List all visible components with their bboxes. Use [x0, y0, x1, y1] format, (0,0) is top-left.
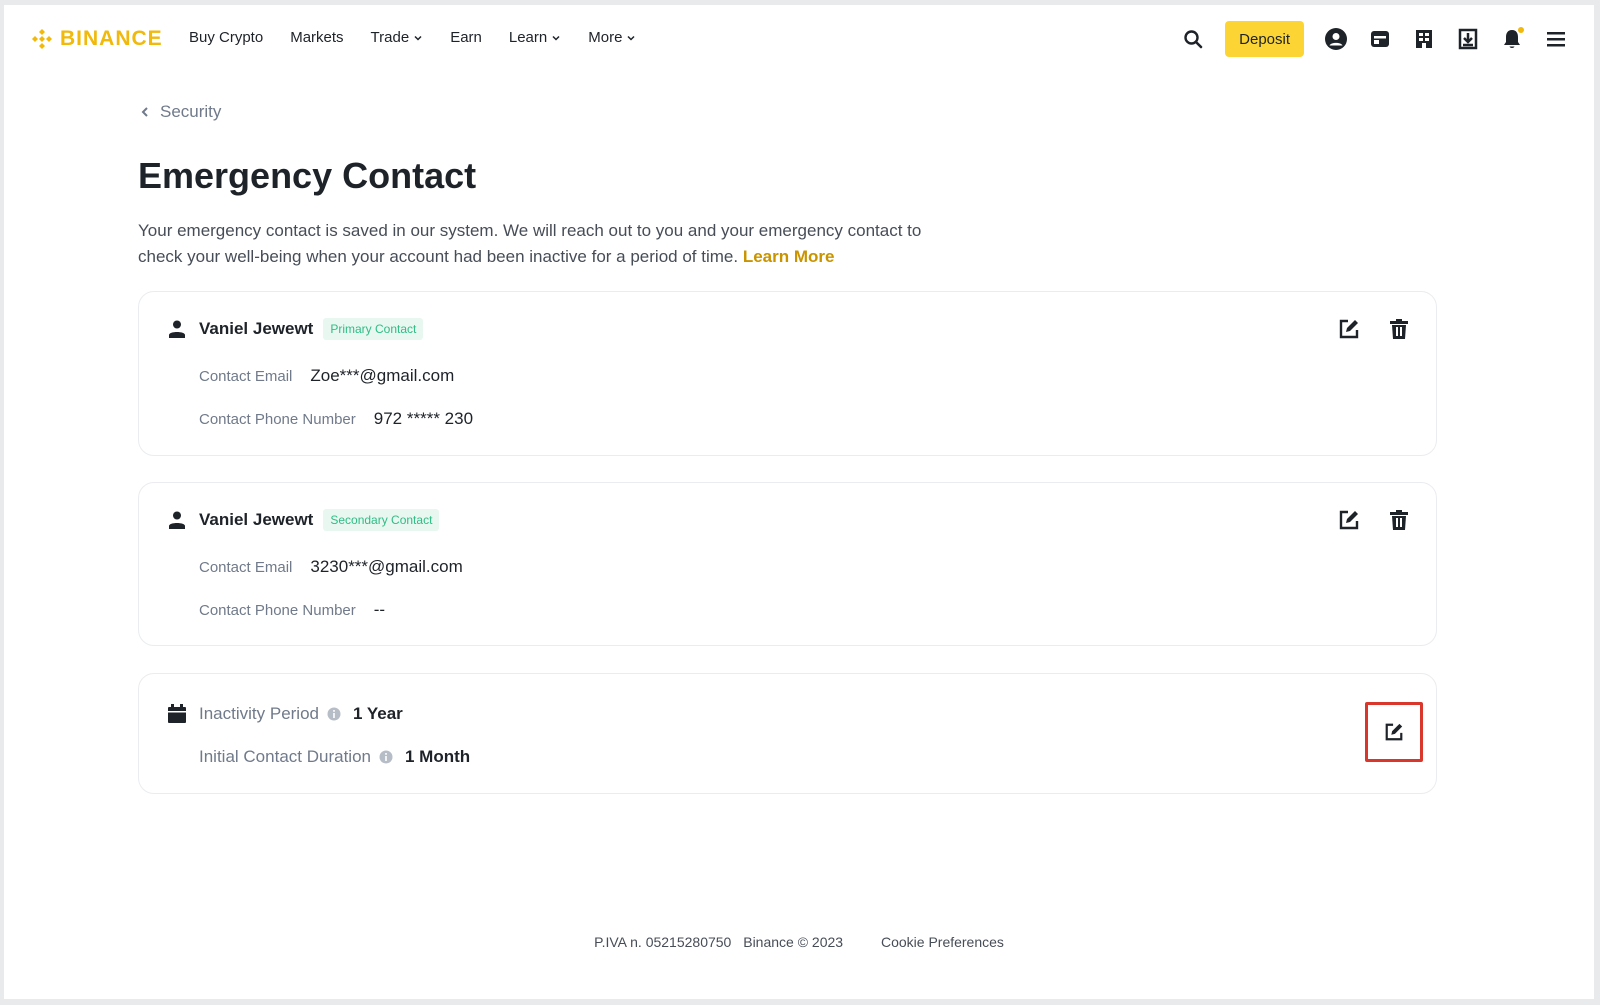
contact-email-label: Contact Email [199, 368, 293, 385]
secondary-contact-badge: Secondary Contact [323, 509, 440, 531]
contact-phone-value: -- [373, 600, 386, 619]
contact-card-secondary: Vaniel Jewewt Secondary Contact Contact … [138, 482, 1437, 646]
contact-header: Vaniel Jewewt Primary Contact [167, 318, 424, 340]
initial-contact-duration-value: 1 Month [404, 747, 471, 766]
nav-learn[interactable]: Learn [509, 29, 561, 46]
contact-email-row: Contact Email Zoe***@gmail.com [199, 366, 454, 386]
contact-card-primary: Vaniel Jewewt Primary Contact Contact Em… [138, 291, 1437, 456]
footer: P.IVA n. 05215280750 Binance © 2023 Cook… [4, 934, 1594, 950]
nav-label: Markets [290, 29, 344, 46]
nav-more[interactable]: More [588, 29, 636, 46]
person-icon [169, 320, 185, 338]
wallet-icon[interactable] [1368, 27, 1392, 51]
inactivity-period-label: Inactivity Period [199, 704, 319, 723]
contact-header: Vaniel Jewewt Secondary Contact [167, 509, 440, 531]
edit-icon [1385, 723, 1403, 741]
contact-name: Vaniel Jewewt [199, 510, 314, 529]
footer-piva: P.IVA n. 05215280750 [594, 934, 732, 950]
search-icon[interactable] [1181, 27, 1205, 51]
nav-label: Trade [370, 29, 410, 46]
calendar-icon [168, 704, 186, 723]
contact-phone-row: Contact Phone Number 972 ***** 230 [199, 409, 473, 429]
nav-label: More [588, 29, 623, 46]
main-nav: Buy Crypto Markets Trade Earn Learn More [189, 29, 663, 46]
inactivity-period-row: Inactivity Period 1 Year [199, 704, 403, 724]
delete-icon[interactable] [1388, 318, 1410, 340]
nav-label: Learn [508, 29, 548, 46]
contact-phone-label: Contact Phone Number [199, 411, 356, 428]
learn-more-link[interactable]: Learn More [743, 247, 835, 266]
contact-email-row: Contact Email 3230***@gmail.com [199, 557, 463, 577]
page-title: Emergency Contact [138, 155, 477, 196]
nav-trade[interactable]: Trade [371, 29, 424, 46]
contact-actions [1338, 318, 1410, 340]
orders-icon[interactable] [1412, 27, 1436, 51]
binance-logo[interactable]: BINANCE [30, 27, 163, 51]
chevron-down-icon [552, 35, 560, 41]
contact-actions [1338, 509, 1410, 531]
header-actions: Deposit [1161, 21, 1568, 57]
edit-inactivity-button[interactable] [1365, 702, 1423, 762]
delete-icon[interactable] [1388, 509, 1410, 531]
nav-buy-crypto[interactable]: Buy Crypto [189, 29, 263, 46]
inactivity-period-value: 1 Year [353, 704, 403, 723]
notification-icon[interactable] [1500, 27, 1524, 51]
breadcrumb-back[interactable]: Security [140, 102, 221, 122]
binance-logo-icon [32, 29, 52, 49]
contact-email-label: Contact Email [199, 559, 293, 576]
cookie-preferences-link[interactable]: Cookie Preferences [881, 934, 1004, 950]
contact-phone-label: Contact Phone Number [199, 602, 356, 619]
logo-text: BINANCE [60, 27, 163, 50]
initial-contact-duration-label: Initial Contact Duration [199, 747, 371, 766]
info-icon[interactable] [379, 750, 393, 764]
chevron-down-icon [414, 35, 422, 41]
primary-contact-badge: Primary Contact [323, 318, 424, 340]
page-description: Your emergency contact is saved in our s… [138, 218, 958, 270]
contact-name: Vaniel Jewewt [199, 319, 314, 338]
edit-icon[interactable] [1338, 318, 1360, 340]
menu-icon[interactable] [1544, 27, 1568, 51]
nav-earn[interactable]: Earn [450, 29, 482, 46]
person-icon [169, 511, 185, 529]
chevron-left-icon [141, 107, 148, 117]
contact-phone-value: 972 ***** 230 [373, 409, 474, 428]
breadcrumb-label: Security [160, 102, 222, 121]
info-icon[interactable] [327, 707, 341, 721]
top-navigation-bar: BINANCE Buy Crypto Markets Trade Earn Le… [4, 5, 1594, 75]
download-icon[interactable] [1456, 27, 1480, 51]
chevron-down-icon [627, 35, 635, 41]
browser-page: BINANCE Buy Crypto Markets Trade Earn Le… [4, 5, 1594, 999]
initial-contact-duration-row: Initial Contact Duration 1 Month [199, 747, 470, 767]
nav-label: Buy Crypto [189, 29, 264, 46]
nav-label: Earn [450, 29, 482, 46]
inactivity-settings-card: Inactivity Period 1 Year Initial Contact… [138, 673, 1437, 794]
deposit-button[interactable]: Deposit [1225, 21, 1304, 57]
contact-phone-row: Contact Phone Number -- [199, 600, 385, 620]
edit-icon[interactable] [1338, 509, 1360, 531]
contact-email-value: 3230***@gmail.com [310, 557, 463, 576]
footer-copyright: Binance © 2023 [743, 934, 844, 950]
notification-dot [1518, 27, 1524, 33]
nav-markets[interactable]: Markets [290, 29, 343, 46]
contact-email-value: Zoe***@gmail.com [310, 366, 455, 385]
account-icon[interactable] [1324, 27, 1348, 51]
